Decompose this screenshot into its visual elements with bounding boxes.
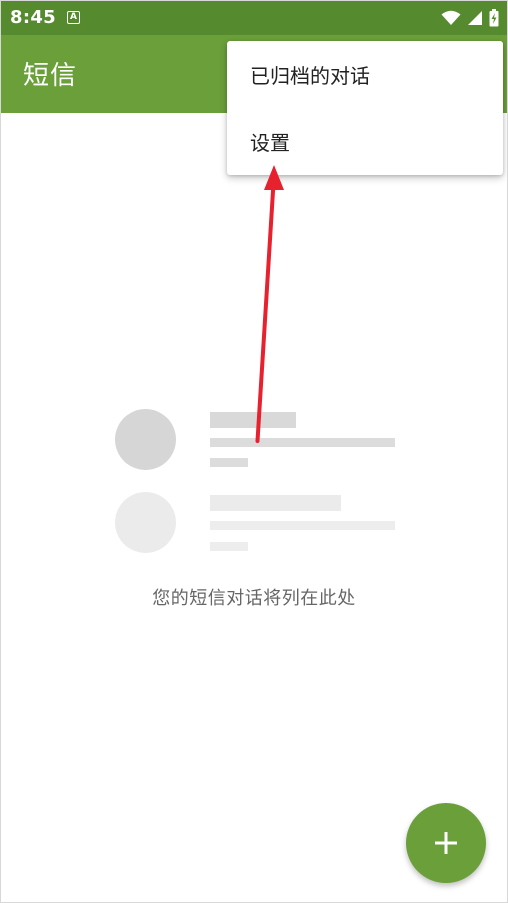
placeholder-line: [210, 495, 341, 511]
placeholder-avatar: [115, 409, 176, 470]
placeholder-line: [210, 521, 395, 530]
battery-charging-icon: [489, 9, 499, 27]
status-time: 8:45: [10, 7, 56, 28]
menu-item-label: 设置: [250, 131, 290, 155]
overflow-menu: 已归档的对话 设置: [227, 41, 503, 175]
menu-item-archived[interactable]: 已归档的对话: [227, 41, 503, 108]
menu-item-label: 已归档的对话: [250, 64, 370, 88]
wifi-icon: [441, 10, 461, 25]
placeholder-line: [210, 412, 296, 428]
app-screen: 8:45 A 短信 已归档的对话 设置 您的短信对话将列在此处: [0, 0, 508, 903]
new-conversation-button[interactable]: [406, 803, 486, 883]
cell-signal-icon: [468, 11, 482, 25]
menu-item-settings[interactable]: 设置: [227, 108, 503, 175]
placeholder-line: [210, 458, 248, 467]
notification-a-icon: A: [67, 11, 80, 24]
placeholder-line: [210, 438, 395, 447]
status-bar: 8:45 A: [1, 1, 507, 35]
empty-state-message: 您的短信对话将列在此处: [152, 588, 356, 609]
app-title: 短信: [23, 61, 78, 91]
placeholder-avatar: [115, 492, 176, 553]
placeholder-line: [210, 542, 248, 551]
plus-icon: [435, 832, 457, 854]
status-icons: [441, 9, 499, 27]
